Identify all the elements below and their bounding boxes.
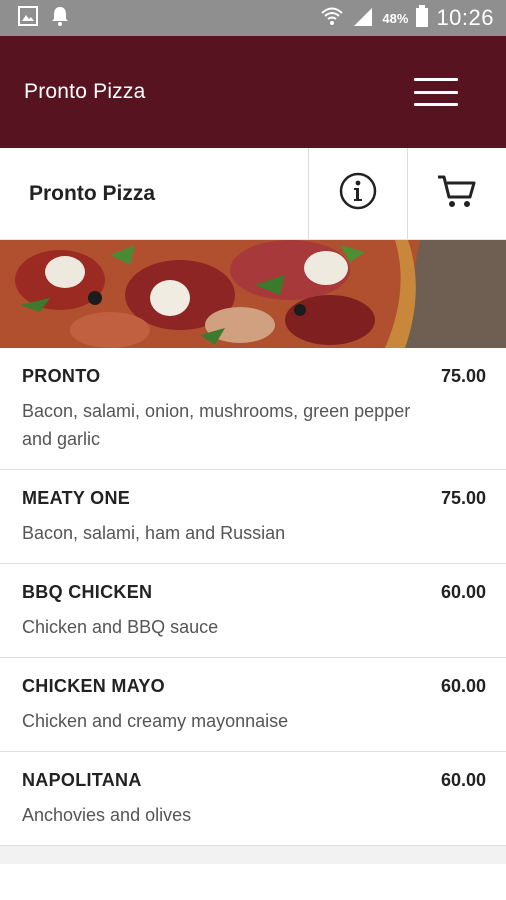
item-price: 75.00 bbox=[440, 366, 486, 386]
battery-percent: 48% bbox=[382, 10, 409, 26]
gallery-icon bbox=[18, 5, 38, 31]
cart-icon bbox=[436, 173, 478, 214]
wifi-icon bbox=[320, 6, 344, 31]
item-description: Chicken and creamy mayonnaise bbox=[22, 711, 289, 731]
menu-line-icon bbox=[414, 78, 458, 81]
menu-list: PRONTO 75.00 Bacon, salami, onion, mushr… bbox=[0, 348, 506, 846]
item-name: BBQ CHICKEN bbox=[22, 582, 153, 602]
app-bar: Pronto Pizza bbox=[0, 36, 506, 148]
item-name: PRONTO bbox=[22, 366, 101, 386]
item-description: Bacon, salami, ham and Russian bbox=[22, 523, 286, 543]
item-description: Anchovies and olives bbox=[22, 805, 192, 825]
menu-item-chicken-mayo[interactable]: CHICKEN MAYO 60.00 Chicken and creamy ma… bbox=[0, 658, 506, 752]
list-footer-divider bbox=[0, 846, 506, 864]
item-price: 60.00 bbox=[440, 676, 486, 696]
menu-item-pronto[interactable]: PRONTO 75.00 Bacon, salami, onion, mushr… bbox=[0, 348, 506, 470]
cart-button[interactable] bbox=[407, 148, 506, 239]
menu-line-icon bbox=[414, 90, 458, 94]
restaurant-name: Pronto Pizza bbox=[29, 181, 156, 205]
status-bar: 48% 10:26 bbox=[0, 0, 506, 36]
menu-item-meaty-one[interactable]: MEATY ONE 75.00 Bacon, salami, ham and R… bbox=[0, 470, 506, 564]
item-description: Chicken and BBQ sauce bbox=[22, 617, 219, 637]
hamburger-menu-button[interactable] bbox=[414, 78, 458, 106]
item-name: CHICKEN MAYO bbox=[22, 676, 165, 696]
item-price: 60.00 bbox=[440, 582, 486, 602]
app-title: Pronto Pizza bbox=[24, 80, 146, 103]
battery-icon bbox=[416, 4, 429, 32]
signal-icon bbox=[352, 6, 374, 31]
item-name: MEATY ONE bbox=[22, 488, 131, 508]
menu-line-icon bbox=[414, 103, 458, 106]
notification-bell-icon bbox=[50, 5, 70, 32]
info-button[interactable] bbox=[308, 148, 407, 239]
item-description: Bacon, salami, onion, mushrooms, green p… bbox=[22, 401, 411, 449]
info-icon bbox=[338, 171, 378, 216]
item-price: 75.00 bbox=[440, 488, 486, 508]
pizza-banner-image bbox=[0, 240, 506, 348]
status-time: 10:26 bbox=[436, 5, 494, 30]
restaurant-header: Pronto Pizza bbox=[0, 148, 506, 240]
item-name: NAPOLITANA bbox=[22, 770, 142, 790]
item-price: 60.00 bbox=[440, 770, 486, 790]
menu-item-bbq-chicken[interactable]: BBQ CHICKEN 60.00 Chicken and BBQ sauce bbox=[0, 564, 506, 658]
menu-item-napolitana[interactable]: NAPOLITANA 60.00 Anchovies and olives bbox=[0, 752, 506, 846]
